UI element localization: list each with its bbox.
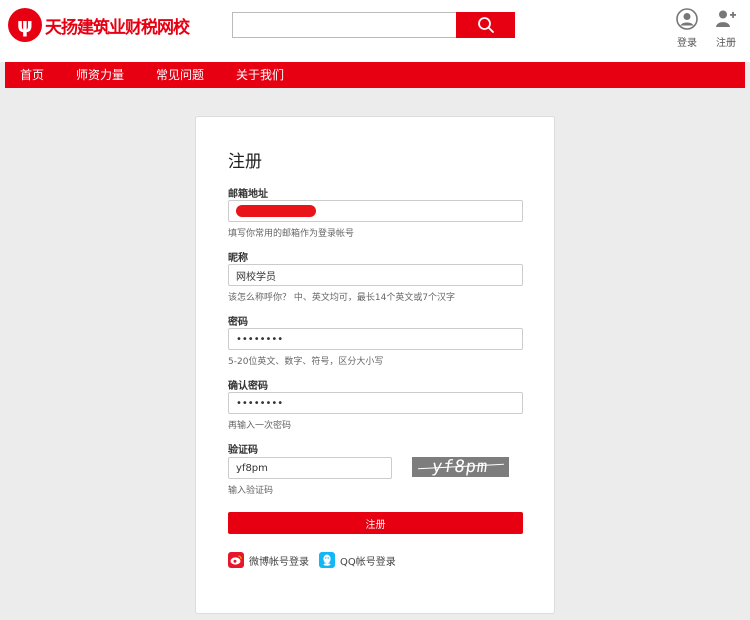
weibo-icon (228, 552, 244, 568)
search-bar (232, 12, 515, 38)
nickname-field[interactable] (228, 264, 523, 286)
email-hint: 填写你常用的邮箱作为登录帐号 (228, 229, 355, 239)
add-user-icon (716, 10, 736, 27)
logo-text: 天扬建筑业财税网校 (45, 17, 190, 38)
page-title: 注册 (228, 152, 262, 172)
main-nav: 首页 师资力量 常见问题 关于我们 (5, 62, 745, 88)
user-icon (676, 8, 698, 30)
captcha-hint: 输入验证码 (228, 486, 274, 496)
register-card: 注册 邮箱地址 填写你常用的邮箱作为登录帐号 昵称 该怎么称呼你？ 中、英文均可… (195, 116, 555, 614)
nav-item-teachers[interactable]: 师资力量 (76, 62, 124, 88)
password-label: 密码 (228, 317, 248, 328)
nav-item-about[interactable]: 关于我们 (236, 62, 284, 88)
login-label: 登录 (677, 38, 697, 49)
nav-item-faq[interactable]: 常见问题 (156, 62, 204, 88)
captcha-image[interactable]: yf8pm (412, 457, 509, 477)
confirm-password-hint: 再输入一次密码 (228, 421, 292, 431)
password-field[interactable] (228, 328, 523, 350)
qq-icon (319, 552, 335, 568)
login-link[interactable]: 登录 (672, 8, 702, 49)
register-submit-button[interactable]: 注册 (228, 512, 523, 534)
search-button[interactable] (456, 12, 515, 38)
logo-mark-icon: ψ (8, 8, 42, 42)
nickname-label: 昵称 (228, 253, 248, 264)
nickname-hint: 该怎么称呼你？ 中、英文均可，最长14个英文或7个汉字 (228, 293, 456, 303)
weibo-login-link[interactable]: 微博帐号登录 (228, 552, 309, 568)
site-header: ψ 天扬建筑业财税网校 登录 注册 (0, 0, 750, 62)
weibo-login-label: 微博帐号登录 (249, 556, 309, 568)
register-label: 注册 (716, 38, 736, 49)
captcha-field[interactable] (228, 457, 392, 479)
register-link[interactable]: 注册 (711, 8, 741, 49)
search-icon (477, 17, 494, 33)
password-hint: 5-20位英文、数字、符号，区分大小写 (228, 357, 384, 367)
email-label: 邮箱地址 (228, 189, 268, 200)
captcha-label: 验证码 (228, 445, 258, 456)
qq-login-label: QQ帐号登录 (340, 556, 396, 568)
nav-item-home[interactable]: 首页 (20, 62, 44, 88)
qq-login-link[interactable]: QQ帐号登录 (319, 552, 396, 568)
confirm-password-label: 确认密码 (228, 381, 268, 392)
confirm-password-field[interactable] (228, 392, 523, 414)
site-logo[interactable]: ψ 天扬建筑业财税网校 (8, 8, 190, 42)
redacted-email-mark (236, 205, 316, 217)
search-input[interactable] (232, 12, 456, 38)
